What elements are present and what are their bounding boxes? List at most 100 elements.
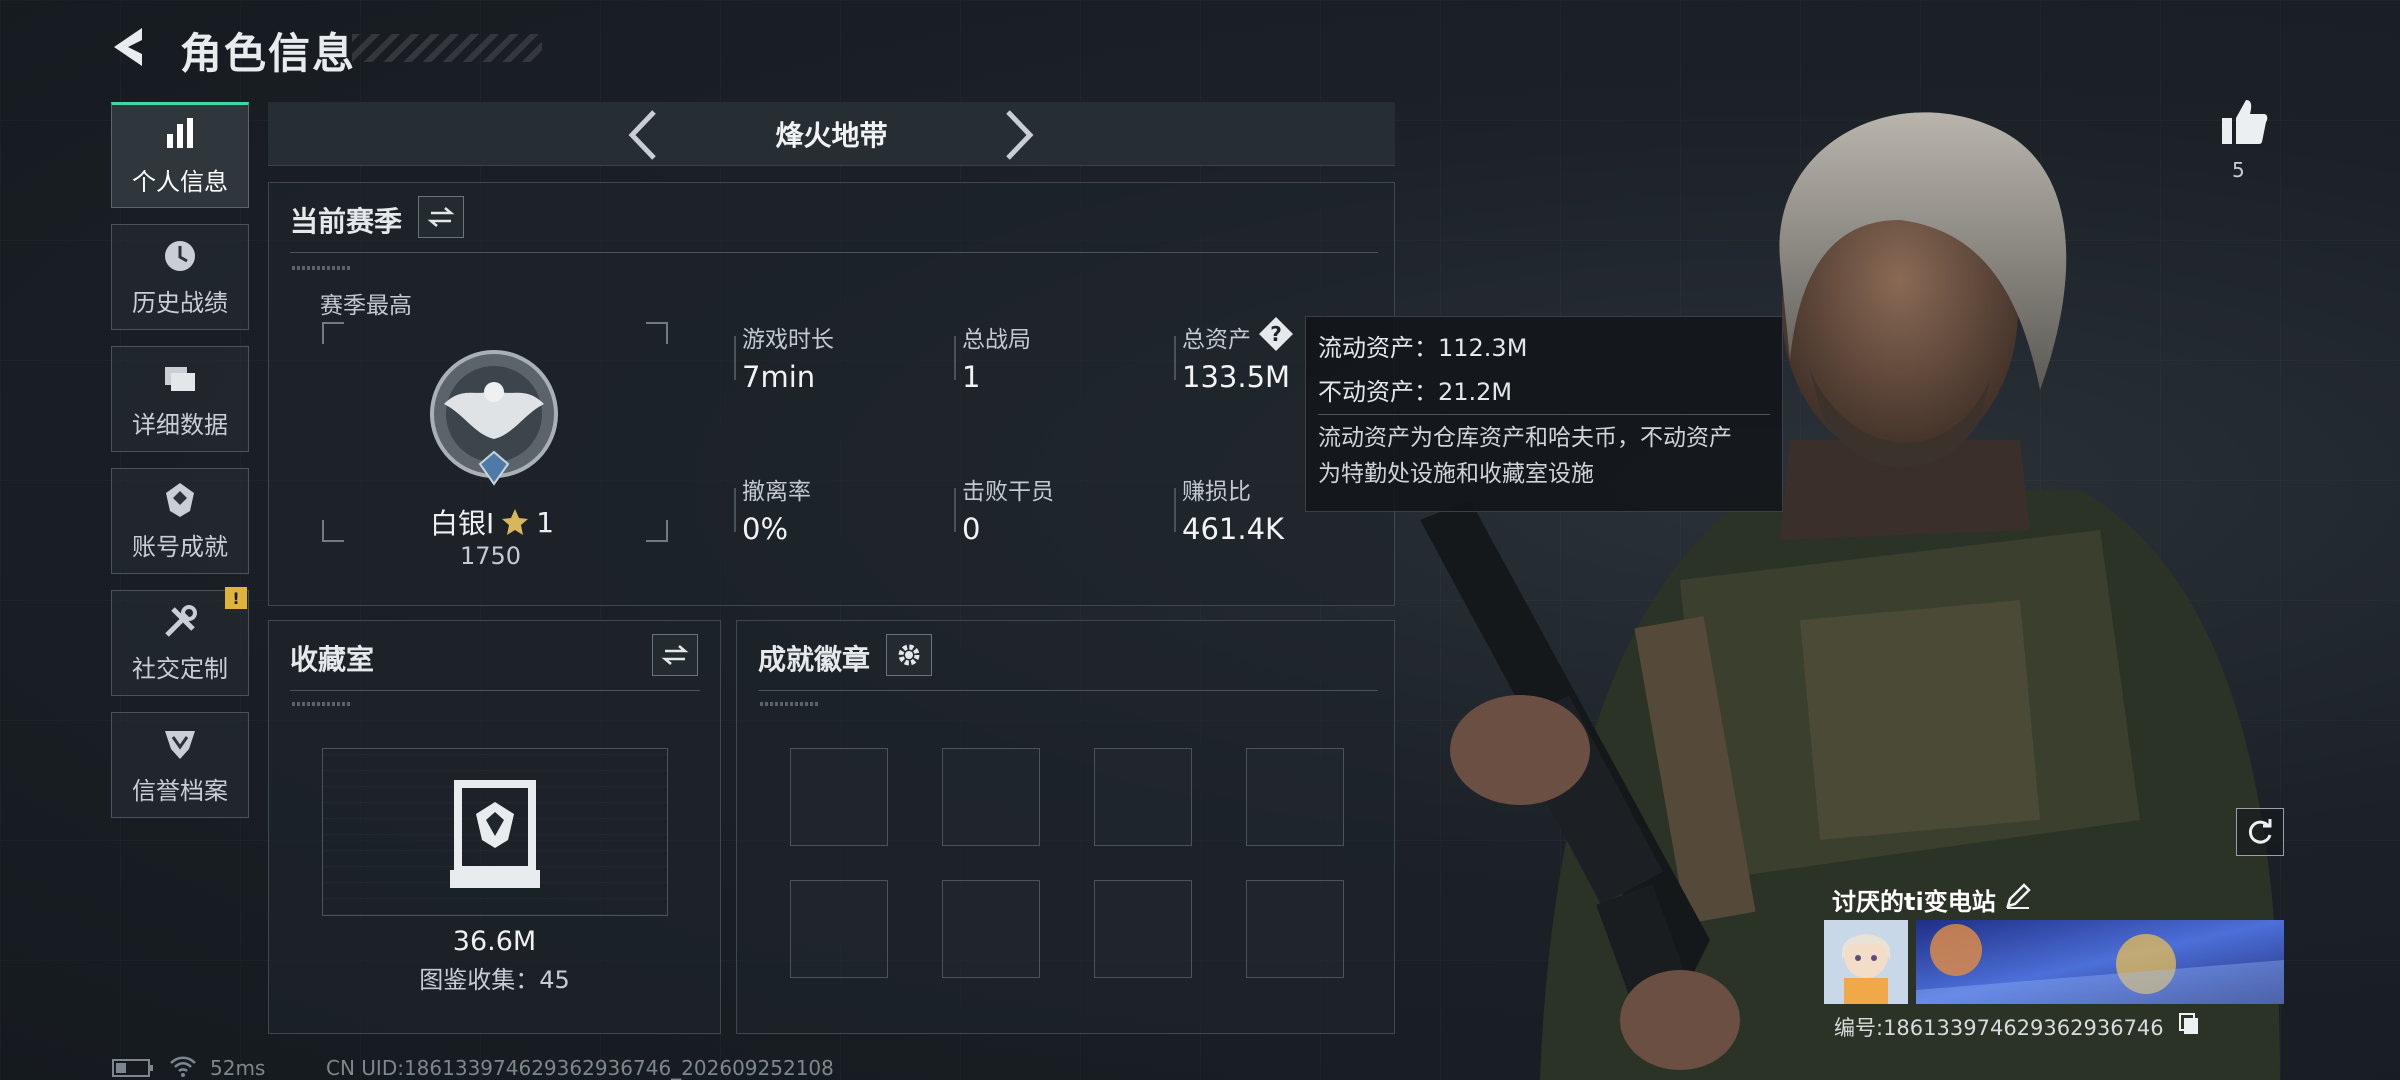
decor-dash xyxy=(760,702,820,706)
sidebar-item-detailed-data[interactable]: 详细数据 xyxy=(111,346,249,452)
rank-name-row: 白银I 1 xyxy=(430,502,554,542)
wrench-icon xyxy=(165,604,197,637)
collection-title: 收藏室 xyxy=(290,643,375,676)
sidebar-item-label: 个人信息 xyxy=(132,167,228,196)
sidebar-item-label: 账号成就 xyxy=(132,532,228,561)
player-name: 讨厌的ti变电站 xyxy=(1832,888,1996,916)
svg-text:?: ? xyxy=(1270,322,1282,346)
tooltip-liquid-assets: 流动资产：112.3M xyxy=(1318,334,1528,362)
stat-divider xyxy=(1174,336,1176,380)
stat-value-matches: 1 xyxy=(962,360,981,394)
mode-label: 烽火地带 xyxy=(775,119,888,152)
collection-count: 图鉴收集：45 xyxy=(419,966,570,994)
chevron-left-icon[interactable] xyxy=(624,108,664,162)
player-id: 编号:1861339746293629367​46 xyxy=(1834,1016,2164,1040)
notification-badge: ! xyxy=(225,587,247,609)
sidebar-item-label: 信誉档案 xyxy=(132,776,228,805)
season-best-label: 赛季最高 xyxy=(320,293,412,319)
stat-label-matches: 总战局 xyxy=(962,327,1031,353)
ping-text: 52ms xyxy=(210,1056,266,1080)
badge-slot[interactable] xyxy=(942,748,1040,846)
achievements-title: 成就徽章 xyxy=(758,643,871,676)
swap-icon xyxy=(427,207,455,227)
badge-slot[interactable] xyxy=(1094,880,1192,978)
sidebar-item-history[interactable]: 历史战绩 xyxy=(111,224,249,330)
stat-label-kills: 击败干员 xyxy=(962,479,1054,505)
title-decoration xyxy=(352,34,542,62)
badge-slot[interactable] xyxy=(942,880,1040,978)
uid-text: CN UID:18613397462936293674​6_2026092521… xyxy=(326,1056,834,1080)
collection-switch-button[interactable] xyxy=(652,634,698,676)
gear-icon xyxy=(898,644,920,666)
stat-value-extract-rate: 0% xyxy=(742,512,789,546)
divider xyxy=(290,690,700,691)
star-icon xyxy=(502,509,529,535)
season-switch-button[interactable] xyxy=(418,196,464,238)
divider xyxy=(758,690,1378,691)
decor-dash xyxy=(292,266,352,270)
tooltip-note-line2: 为特勤处设施和收藏室设施 xyxy=(1318,461,1594,487)
stat-value-kills: 0 xyxy=(962,512,981,546)
battery-icon xyxy=(112,1059,153,1077)
rank-score: 1750 xyxy=(460,542,522,570)
decor-dash xyxy=(292,702,352,706)
badge-slot[interactable] xyxy=(1246,880,1344,978)
refresh-button[interactable] xyxy=(2236,808,2284,856)
edit-pencil-icon[interactable] xyxy=(2004,882,2032,910)
achievements-settings-button[interactable] xyxy=(886,634,932,676)
sidebar-item-label: 详细数据 xyxy=(132,410,228,439)
sidebar-item-label: 社交定制 xyxy=(132,654,228,683)
folder-icon xyxy=(165,366,195,391)
sidebar-item-reputation[interactable]: 信誉档案 xyxy=(111,712,249,818)
divider xyxy=(290,252,1378,253)
frame-corner xyxy=(322,520,344,542)
clock-icon xyxy=(165,240,195,271)
back-arrow-icon[interactable] xyxy=(108,24,154,70)
page-title: 角色信息 xyxy=(180,29,357,78)
refresh-icon xyxy=(2248,819,2272,844)
stat-value-playtime: 7min xyxy=(742,360,816,394)
sidebar-item-personal-info[interactable]: 个人信息 xyxy=(111,102,249,208)
like-count: 5 xyxy=(2232,158,2245,182)
copy-icon[interactable] xyxy=(2178,1012,2200,1036)
stat-divider xyxy=(1174,488,1176,532)
frame-corner xyxy=(322,322,344,344)
stat-label-total-assets: 总资产 xyxy=(1182,327,1251,353)
help-icon[interactable]: ? xyxy=(1258,316,1294,352)
rank-name: 白银I xyxy=(430,507,495,540)
thumbs-up-icon[interactable] xyxy=(2218,96,2270,148)
wifi-icon xyxy=(170,1056,196,1077)
collection-value: 36.6M xyxy=(452,926,537,957)
tooltip-fixed-assets: 不动资产：21.2M xyxy=(1318,378,1513,406)
stat-label-profit-ratio: 赚损比 xyxy=(1182,479,1251,505)
badge-slot[interactable] xyxy=(790,748,888,846)
swap-icon xyxy=(661,645,689,665)
rank-emblem-icon xyxy=(430,350,558,486)
frame-corner xyxy=(646,322,668,344)
stat-divider xyxy=(954,488,956,532)
season-title: 当前赛季 xyxy=(290,205,403,238)
stat-divider xyxy=(734,336,736,380)
display-case-icon xyxy=(450,780,540,888)
shield-icon xyxy=(165,730,195,759)
badge-slot[interactable] xyxy=(1246,748,1344,846)
stat-divider xyxy=(734,488,736,532)
badge-slot[interactable] xyxy=(1094,748,1192,846)
bar-chart-icon xyxy=(167,117,193,148)
badge-icon xyxy=(166,482,194,517)
badge-slot[interactable] xyxy=(790,880,888,978)
sidebar-item-label: 历史战绩 xyxy=(132,288,228,317)
stat-value-profit-ratio: 461.4K xyxy=(1182,512,1285,546)
tooltip-divider xyxy=(1318,414,1770,415)
stat-divider xyxy=(954,336,956,380)
chevron-right-icon[interactable] xyxy=(998,108,1038,162)
stat-value-total-assets: 133.5M xyxy=(1182,360,1291,394)
player-avatar[interactable] xyxy=(1824,920,1908,1004)
tooltip-note-line1: 流动资产为仓库资产和哈夫币，不动资产 xyxy=(1318,425,1732,451)
profile-banner xyxy=(1916,920,2284,1004)
stat-label-playtime: 游戏时长 xyxy=(742,327,834,353)
rank-star-count: 1 xyxy=(536,505,555,539)
frame-corner xyxy=(646,520,668,542)
stat-label-extract-rate: 撤离率 xyxy=(742,479,811,505)
sidebar-item-achievements[interactable]: 账号成就 xyxy=(111,468,249,574)
